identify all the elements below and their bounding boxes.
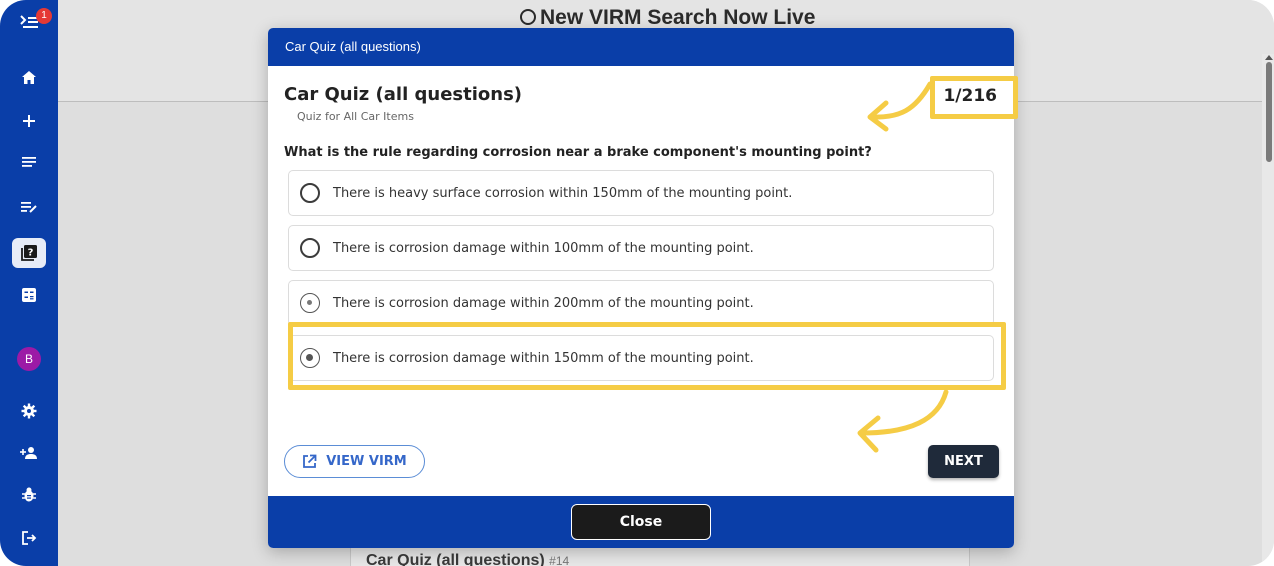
screen-frame: New VIRM Search Now Live Car Quiz (all q… bbox=[0, 0, 1274, 566]
notification-badge: 1 bbox=[36, 8, 52, 24]
quiz-subtitle: Quiz for All Car Items bbox=[297, 110, 414, 123]
announcement-text: New VIRM Search Now Live bbox=[540, 6, 816, 29]
quiz-title: Car Quiz (all questions) bbox=[284, 84, 523, 105]
answer-option-label: There is corrosion damage within 100mm o… bbox=[333, 240, 754, 256]
playlist-edit-icon bbox=[21, 202, 37, 213]
view-virm-button[interactable]: VIEW VIRM bbox=[284, 445, 425, 478]
calculator-icon bbox=[22, 288, 36, 302]
list-icon bbox=[22, 157, 36, 167]
sidebar-item-home[interactable] bbox=[0, 62, 58, 92]
modal-header-title: Car Quiz (all questions) bbox=[285, 39, 421, 54]
question-text: What is the rule regarding corrosion nea… bbox=[284, 145, 872, 160]
scroll-up-arrow-icon[interactable] bbox=[1265, 55, 1273, 60]
quiz-card-number: #14 bbox=[549, 554, 570, 566]
view-virm-label: VIEW VIRM bbox=[326, 454, 407, 469]
question-progress: 1/216 bbox=[943, 86, 997, 106]
sidebar-item-bug-report[interactable] bbox=[0, 480, 58, 510]
logout-icon bbox=[22, 531, 37, 545]
sidebar-item-quiz[interactable]: ? bbox=[12, 238, 46, 268]
answer-option-3[interactable]: There is corrosion damage within 200mm o… bbox=[288, 280, 994, 326]
sidebar-item-calculator[interactable] bbox=[0, 280, 58, 310]
svg-text:?: ? bbox=[28, 248, 34, 259]
sidebar: 1 ? B bbox=[0, 0, 58, 566]
info-circle-icon bbox=[520, 9, 536, 25]
modal-footer: Close bbox=[268, 496, 1014, 548]
modal-header: Car Quiz (all questions) bbox=[268, 28, 1014, 66]
sidebar-item-settings[interactable] bbox=[0, 396, 58, 426]
next-button[interactable]: NEXT bbox=[928, 445, 999, 478]
sidebar-item-list[interactable] bbox=[0, 147, 58, 177]
external-link-icon bbox=[303, 454, 317, 468]
plus-icon bbox=[23, 115, 35, 127]
avatar[interactable]: B bbox=[17, 347, 41, 371]
sidebar-item-playlist-edit[interactable] bbox=[0, 192, 58, 222]
home-icon bbox=[22, 70, 36, 84]
add-user-icon bbox=[20, 447, 37, 459]
answer-option-4[interactable]: There is corrosion damage within 150mm o… bbox=[288, 335, 994, 381]
answer-option-2[interactable]: There is corrosion damage within 100mm o… bbox=[288, 225, 994, 271]
radio-selected-icon[interactable] bbox=[300, 348, 320, 368]
sidebar-item-add[interactable] bbox=[0, 106, 58, 136]
radio-unselected-icon[interactable] bbox=[300, 238, 320, 258]
quiz-card-title: Car Quiz (all questions) #14 bbox=[366, 552, 569, 566]
sidebar-item-add-user[interactable] bbox=[0, 438, 58, 468]
radio-hover-icon[interactable] bbox=[300, 293, 320, 313]
settings-icon bbox=[21, 403, 37, 419]
answer-option-label: There is corrosion damage within 200mm o… bbox=[333, 295, 754, 311]
answer-option-label: There is corrosion damage within 150mm o… bbox=[333, 350, 754, 366]
answer-option-label: There is heavy surface corrosion within … bbox=[333, 185, 793, 201]
bug-icon bbox=[22, 487, 36, 502]
quiz-modal: Car Quiz (all questions) Car Quiz (all q… bbox=[268, 28, 1014, 548]
scrollbar-thumb[interactable] bbox=[1266, 62, 1272, 162]
radio-unselected-icon[interactable] bbox=[300, 183, 320, 203]
announcement-headline: New VIRM Search Now Live bbox=[520, 6, 815, 30]
sidebar-item-logout[interactable] bbox=[0, 523, 58, 553]
quiz-card-title-text: Car Quiz (all questions) bbox=[366, 552, 545, 566]
quiz-icon: ? bbox=[21, 245, 37, 261]
answer-option-1[interactable]: There is heavy surface corrosion within … bbox=[288, 170, 994, 216]
close-button[interactable]: Close bbox=[571, 504, 711, 540]
